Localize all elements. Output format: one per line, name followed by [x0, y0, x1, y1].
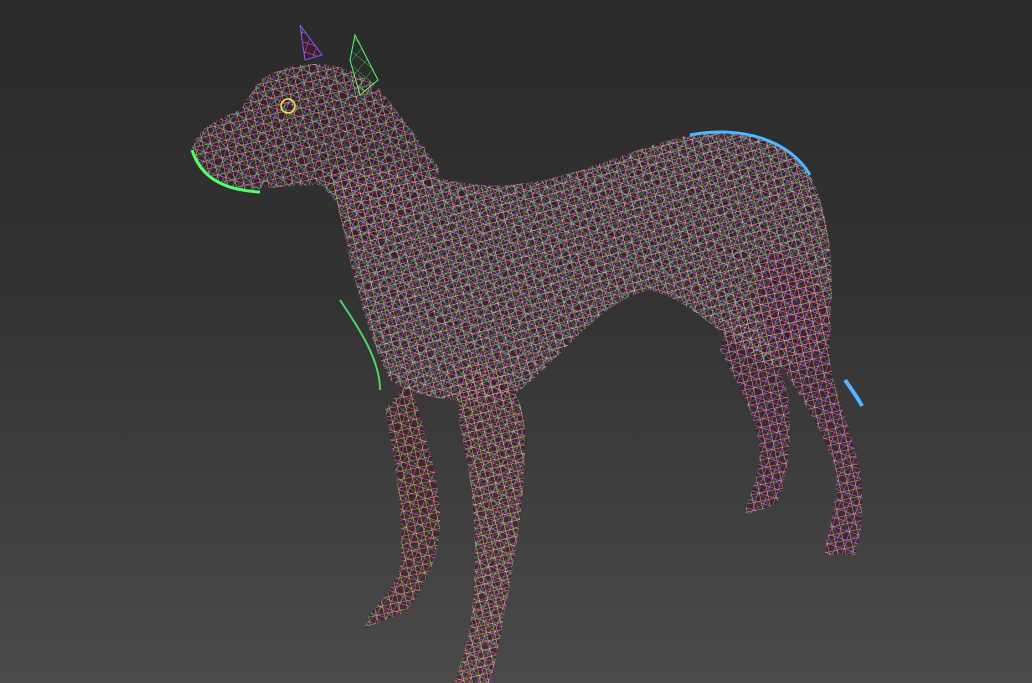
near-front-leg — [455, 360, 525, 683]
dog-wireframe-model[interactable] — [0, 0, 1032, 683]
tail-tip — [843, 378, 864, 407]
dog-head — [190, 63, 440, 251]
3d-viewport[interactable] — [0, 0, 1032, 683]
far-front-leg — [365, 380, 440, 628]
